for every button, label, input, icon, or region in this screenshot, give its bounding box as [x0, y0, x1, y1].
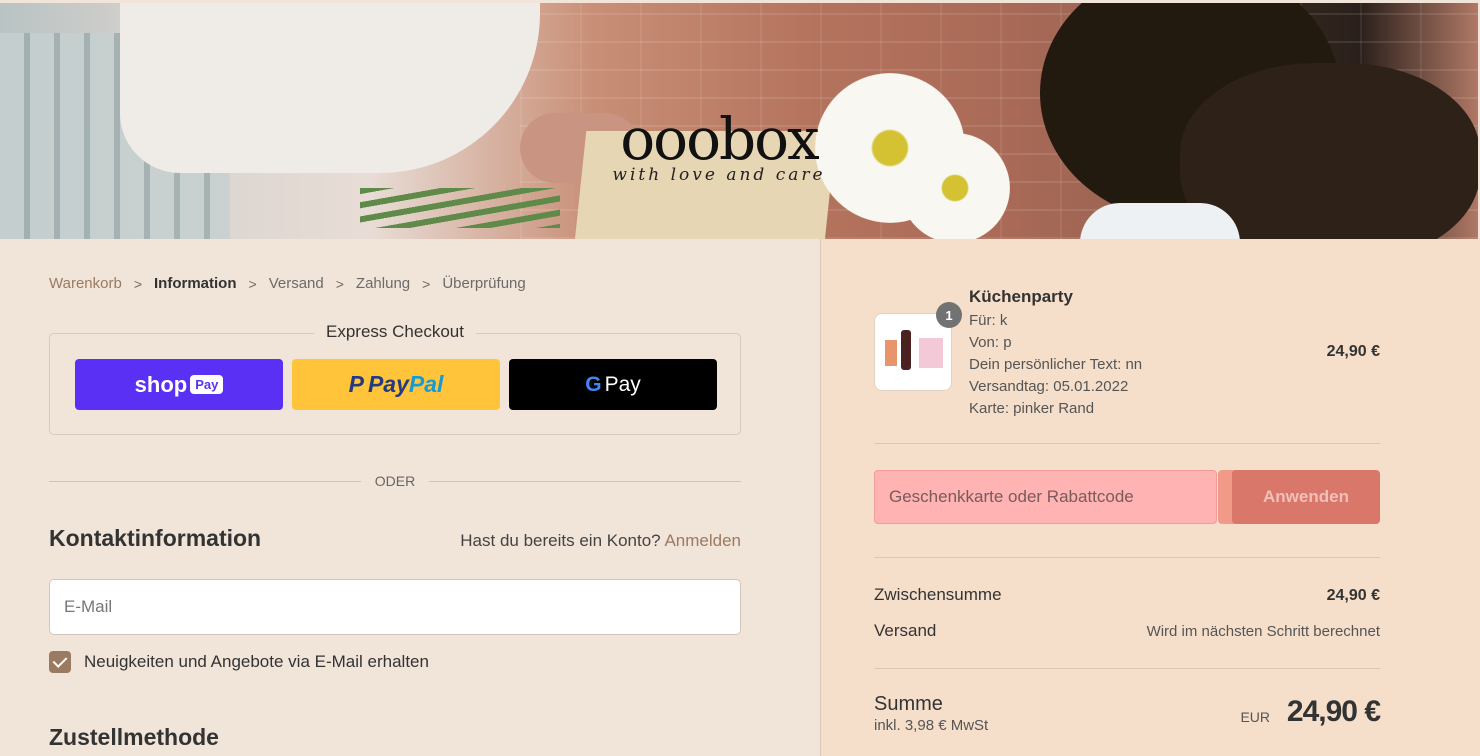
total-label: Summe: [874, 693, 943, 715]
contact-section-title: Kontaktinformation: [49, 525, 262, 551]
shipping-label: Versand: [874, 621, 937, 640]
discount-code-input[interactable]: [874, 470, 1217, 524]
login-prompt: Hast du bereits ein Konto? Anmelden: [460, 531, 741, 551]
subtotal-label: Zwischensumme: [874, 585, 1002, 604]
email-field[interactable]: [49, 579, 741, 635]
product-property: Karte: pinker Rand: [969, 400, 1095, 417]
paypal-logo-text-pay: Pay: [367, 371, 409, 397]
subtotal-value: 24,90 €: [1326, 587, 1380, 604]
product-property: Von: p: [969, 334, 1012, 351]
breadcrumb-information: Information: [154, 275, 237, 292]
hero-banner: ooobox with love and care: [0, 3, 1478, 239]
newsletter-label: Neuigkeiten und Angebote via E-Mail erha…: [84, 652, 429, 671]
flower-stems-image: [360, 188, 560, 228]
subtotal-row: Zwischensumme 24,90 €: [874, 585, 1380, 605]
product-property: Dein persönlicher Text: nn: [969, 356, 1143, 373]
divider: [874, 443, 1380, 444]
or-divider-text: ODER: [374, 473, 416, 489]
order-summary: 1 Küchenparty Für: k Von: p Dein persönl…: [820, 239, 1480, 756]
or-divider: ODER: [49, 473, 741, 491]
google-pay-text: Pay: [604, 372, 641, 396]
shipping-value: Wird im nächsten Schritt berechnet: [1146, 623, 1380, 640]
product-property: Versandtag: 05.01.2022: [969, 378, 1129, 395]
shipping-row: Versand Wird im nächsten Schritt berechn…: [874, 621, 1380, 641]
divider: [874, 557, 1380, 558]
express-checkout: Express Checkout shop Pay P Pay Pal G Pay: [49, 322, 741, 435]
brand-tagline: with love and care: [612, 165, 826, 185]
product-property: Für: k: [969, 312, 1008, 329]
login-prompt-text: Hast du bereits ein Konto?: [460, 531, 661, 550]
chevron-right-icon: >: [422, 275, 431, 292]
delivery-method-title: Zustellmethode: [49, 724, 219, 750]
divider: [874, 668, 1380, 669]
checkout-main: Warenkorb > Information > Versand > Zahl…: [0, 239, 820, 756]
chevron-right-icon: >: [133, 275, 142, 292]
brand-name: ooobox: [620, 105, 820, 173]
shop-pay-button[interactable]: shop Pay: [75, 359, 283, 410]
apply-discount-button[interactable]: Anwenden: [1232, 470, 1380, 524]
breadcrumb-shipping: Versand: [268, 275, 324, 292]
daisy-icon: [900, 133, 1010, 239]
total-row: Summe inkl. 3,98 € MwSt EUR 24,90 €: [874, 691, 1381, 751]
shop-pay-badge: Pay: [190, 375, 224, 394]
google-pay-button[interactable]: G Pay: [509, 359, 717, 410]
product-name: Küchenparty: [969, 287, 1073, 306]
product-properties: Für: k Von: p Dein persönlicher Text: nn…: [969, 310, 1142, 420]
tax-note: inkl. 3,98 € MwSt: [874, 717, 989, 734]
login-link[interactable]: Anmelden: [664, 531, 741, 550]
chevron-right-icon: >: [335, 275, 344, 292]
total-amount: 24,90 €: [1286, 695, 1381, 728]
shop-pay-logo-text: shop: [134, 371, 188, 397]
express-checkout-title: Express Checkout: [314, 322, 476, 341]
child-shirt-image: [1080, 203, 1240, 239]
brand-logo[interactable]: ooobox with love and care: [604, 107, 834, 185]
currency-code: EUR: [1240, 709, 1270, 725]
paypal-logo-icon: P: [348, 371, 364, 397]
newsletter-option[interactable]: Neuigkeiten und Angebote via E-Mail erha…: [49, 651, 429, 673]
paypal-logo-text-pal: Pal: [408, 371, 444, 397]
person-image: [120, 3, 540, 173]
quantity-badge: 1: [936, 302, 962, 328]
breadcrumb: Warenkorb > Information > Versand > Zahl…: [49, 275, 526, 292]
chevron-right-icon: >: [248, 275, 257, 292]
breadcrumb-cart[interactable]: Warenkorb: [49, 275, 122, 292]
product-price: 24,90 €: [1326, 343, 1380, 360]
newsletter-checkbox[interactable]: [49, 651, 71, 673]
breadcrumb-payment: Zahlung: [355, 275, 411, 292]
paypal-button[interactable]: P Pay Pal: [292, 359, 500, 410]
breadcrumb-review: Überprüfung: [442, 275, 526, 292]
google-g-icon: G: [585, 372, 602, 396]
